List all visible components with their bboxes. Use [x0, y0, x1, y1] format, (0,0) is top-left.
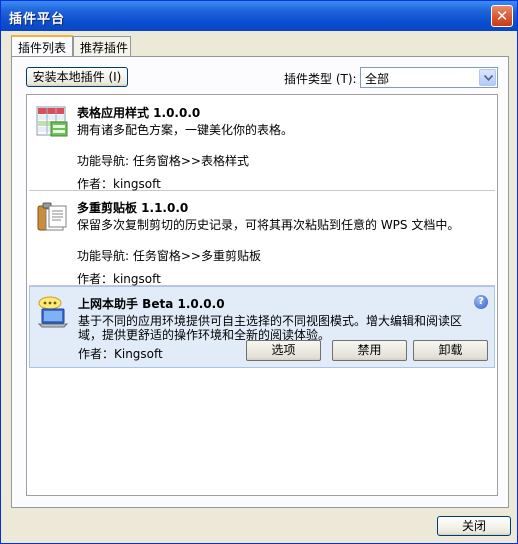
- plugin-name: 表格应用样式 1.0.0.0: [77, 106, 201, 120]
- plugin-type-value: 全部: [365, 72, 390, 86]
- clipboard-icon: [35, 199, 69, 233]
- plugin-platform-window: 插件平台 ✕ 插件列表 推荐插件 安装本地插件 (I) 插件类型 (T): 全部: [0, 0, 518, 544]
- plugin-type-label: 插件类型 (T):: [284, 72, 357, 86]
- help-icon[interactable]: ?: [474, 295, 488, 309]
- tab-plugin-list[interactable]: 插件列表: [11, 35, 73, 56]
- plugin-item-table-style[interactable]: 表格应用样式 1.0.0.0 拥有诸多配色方案，一键美化你的表格。 功能导航: …: [29, 96, 495, 191]
- plugin-description: 保留多次复制剪切的历史记录，可将其再次粘贴到任意的 WPS 文档中。: [77, 218, 460, 232]
- close-button[interactable]: 关闭: [437, 516, 511, 536]
- plugin-nav: 功能导航: 任务窗格>>表格样式: [77, 154, 249, 168]
- plugin-list: 表格应用样式 1.0.0.0 拥有诸多配色方案，一键美化你的表格。 功能导航: …: [26, 94, 498, 496]
- plugin-item-multi-clipboard[interactable]: 多重剪贴板 1.1.0.0 保留多次复制剪切的历史记录，可将其再次粘贴到任意的 …: [29, 191, 495, 286]
- window-title: 插件平台: [9, 12, 66, 27]
- tab-recommended-plugins[interactable]: 推荐插件: [73, 36, 131, 56]
- netbook-icon: [36, 295, 70, 329]
- plugin-author: 作者：kingsoft: [77, 177, 161, 191]
- title-bar[interactable]: 插件平台 ✕: [1, 1, 517, 31]
- plugin-author: 作者：Kingsoft: [78, 347, 163, 361]
- uninstall-button[interactable]: 卸载: [413, 340, 488, 361]
- chevron-down-icon: [484, 75, 493, 81]
- plugin-type-select[interactable]: 全部: [360, 67, 498, 88]
- dropdown-arrow-button[interactable]: [479, 69, 496, 86]
- disable-button[interactable]: 禁用: [332, 340, 407, 361]
- plugin-description: 基于不同的应用环境提供可自主选择的不同视图模式。增大编辑和阅读区域，提供更舒适的…: [78, 314, 463, 342]
- options-button[interactable]: 选项: [246, 340, 321, 361]
- tab-panel: 安装本地插件 (I) 插件类型 (T): 全部 表格应用样式 1.0.0.0 拥…: [11, 56, 509, 508]
- plugin-item-netbook-assistant[interactable]: 上网本助手 Beta 1.0.0.0 ? 基于不同的应用环境提供可自主选择的不同…: [29, 286, 495, 368]
- close-window-button[interactable]: ✕: [491, 5, 513, 27]
- plugin-author: 作者：kingsoft: [77, 272, 161, 286]
- install-local-plugin-button[interactable]: 安装本地插件 (I): [26, 67, 128, 87]
- plugin-nav: 功能导航: 任务窗格>>多重剪贴板: [77, 249, 261, 263]
- plugin-name: 多重剪贴板 1.1.0.0: [77, 201, 189, 215]
- plugin-description: 拥有诸多配色方案，一键美化你的表格。: [77, 123, 294, 137]
- table-style-icon: [35, 104, 69, 138]
- plugin-name: 上网本助手 Beta 1.0.0.0: [78, 297, 225, 311]
